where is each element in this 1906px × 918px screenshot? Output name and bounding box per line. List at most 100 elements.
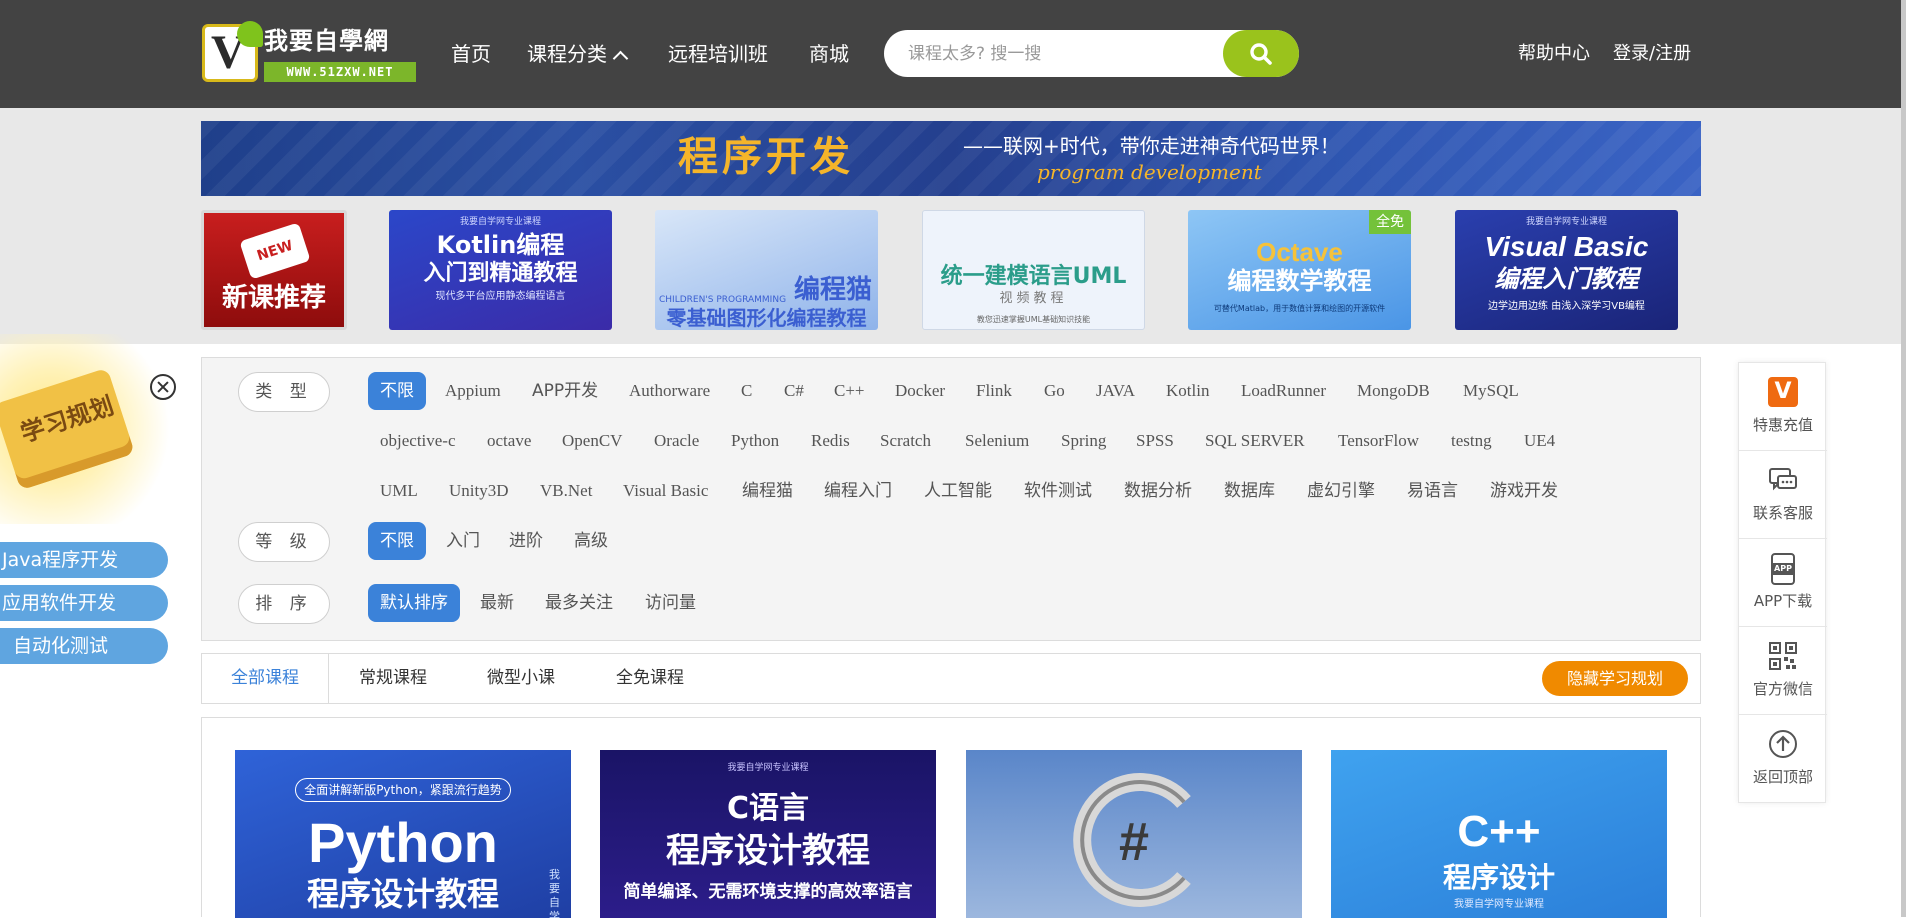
- thumb-octave[interactable]: 全免 Octave 编程数学教程 可替代Matlab，用于数值计算和绘图的开源软…: [1188, 210, 1411, 330]
- nav-course-category[interactable]: 课程分类: [527, 39, 629, 69]
- sidebar-label: 联系客服: [1752, 504, 1813, 522]
- type-tag[interactable]: 编程猫: [742, 472, 793, 510]
- sort-tag[interactable]: 最多关注: [545, 584, 613, 622]
- type-tag[interactable]: OpenCV: [562, 422, 622, 460]
- type-tag[interactable]: Authorware: [629, 372, 710, 410]
- type-tag[interactable]: Selenium: [965, 422, 1029, 460]
- sidebar-customer-service[interactable]: 联系客服: [1739, 451, 1827, 539]
- type-tag[interactable]: UE4: [1524, 422, 1555, 460]
- type-tag[interactable]: 虚幻引擎: [1307, 472, 1375, 510]
- type-tag[interactable]: Python: [731, 422, 779, 460]
- thumb-title: 统一建模语言UML: [940, 264, 1127, 289]
- level-tag[interactable]: 入门: [446, 522, 480, 560]
- thumb-kotlin[interactable]: 我要自学网专业课程 Kotlin编程 入门到精通教程 现代多平台应用静态编程语言: [389, 210, 612, 330]
- type-tag[interactable]: SQL SERVER: [1205, 422, 1305, 460]
- tab-all-courses[interactable]: 全部课程: [202, 654, 329, 703]
- type-tag[interactable]: 易语言: [1407, 472, 1458, 510]
- type-tag[interactable]: Flink: [976, 372, 1012, 410]
- type-tag[interactable]: MySQL: [1463, 372, 1519, 410]
- tab-free-courses[interactable]: 全免课程: [616, 654, 684, 703]
- card-tagline: 全面讲解新版Python，紧跟流行趋势: [295, 778, 511, 802]
- type-tag[interactable]: Spring: [1061, 422, 1106, 460]
- search-button[interactable]: [1223, 30, 1299, 77]
- type-tag[interactable]: 数据分析: [1124, 472, 1192, 510]
- sort-tag[interactable]: 最新: [480, 584, 514, 622]
- sort-tag[interactable]: 访问量: [645, 584, 696, 622]
- free-badge: 全免: [1369, 210, 1411, 234]
- type-tag[interactable]: APP开发: [532, 372, 598, 410]
- tab-micro-courses[interactable]: 微型小课: [487, 654, 555, 703]
- type-tag[interactable]: 编程入门: [824, 472, 892, 510]
- nav-home[interactable]: 首页: [451, 39, 491, 69]
- course-card[interactable]: 全面讲解新版Python，紧跟流行趋势 Python 程序设计教程 我要自学: [235, 750, 571, 918]
- sidebar-recharge[interactable]: V 特惠充值: [1739, 363, 1827, 451]
- site-logo[interactable]: V 我要自學網 WWW.51ZXW.NET: [202, 21, 416, 82]
- type-tag-all[interactable]: 不限: [368, 372, 426, 410]
- thumb-visual-basic[interactable]: 我要自学网专业课程 Visual Basic 编程入门教程 边学边用边练 由浅入…: [1455, 210, 1678, 330]
- chat-icon: [1769, 468, 1797, 491]
- type-tag[interactable]: VB.Net: [540, 472, 592, 510]
- course-card[interactable]: C++ 程序设计 我要自学网专业课程: [1331, 750, 1667, 918]
- type-tag[interactable]: MongoDB: [1357, 372, 1430, 410]
- type-tag[interactable]: Go: [1044, 372, 1065, 410]
- scrollbar[interactable]: [1901, 0, 1906, 917]
- close-icon[interactable]: [150, 374, 176, 400]
- type-tag[interactable]: objective-c: [380, 422, 456, 460]
- thumb-uml[interactable]: 统一建模语言UML 视频教程 教您迅速掌握UML基础知识技能: [922, 210, 1145, 330]
- level-tag[interactable]: 进阶: [509, 522, 543, 560]
- filter-label-sort: 排 序: [238, 584, 330, 624]
- sort-tag-default[interactable]: 默认排序: [368, 584, 460, 622]
- type-tag[interactable]: SPSS: [1136, 422, 1174, 460]
- type-tag[interactable]: Oracle: [654, 422, 699, 460]
- type-tag[interactable]: Unity3D: [449, 472, 509, 510]
- plan-item-automation-test[interactable]: 自动化测试: [0, 628, 168, 664]
- new-course-recommend[interactable]: NEW 新课推荐: [201, 210, 347, 330]
- thumb-title: Visual Basic: [1484, 231, 1649, 262]
- type-tag[interactable]: JAVA: [1096, 372, 1135, 410]
- type-tag[interactable]: Appium: [445, 372, 501, 410]
- hide-study-plan-button[interactable]: 隐藏学习规划: [1542, 661, 1688, 696]
- type-tag[interactable]: C#: [784, 372, 804, 410]
- nav-shop[interactable]: 商城: [809, 39, 849, 69]
- thumb-subtitle: 编程数学教程: [1227, 267, 1372, 295]
- type-tag[interactable]: Docker: [895, 372, 945, 410]
- logo-url: WWW.51ZXW.NET: [264, 62, 416, 82]
- nav-remote-training[interactable]: 远程培训班: [668, 39, 768, 69]
- login-register-link[interactable]: 登录/注册: [1613, 39, 1691, 69]
- thumb-coding-cat[interactable]: 编程猫 CHILDREN'S PROGRAMMING 零基础图形化编程教程: [655, 210, 878, 330]
- type-tag[interactable]: Scratch: [880, 422, 931, 460]
- tab-regular-courses[interactable]: 常规课程: [359, 654, 427, 703]
- search-bar: [884, 30, 1299, 77]
- card-tagline: 简单编译、无需环境支撑的高效率语言: [623, 882, 913, 902]
- type-tag[interactable]: 软件测试: [1024, 472, 1092, 510]
- course-card[interactable]: 我要自学网专业课程 C语言 程序设计教程 简单编译、无需环境支撑的高效率语言: [600, 750, 936, 918]
- type-tag[interactable]: 数据库: [1224, 472, 1275, 510]
- type-tag[interactable]: LoadRunner: [1241, 372, 1326, 410]
- level-tag-all[interactable]: 不限: [368, 522, 426, 560]
- thumb-label: 新课推荐: [221, 283, 326, 313]
- type-tag[interactable]: testng: [1451, 422, 1492, 460]
- search-input[interactable]: [906, 30, 1196, 77]
- type-tag[interactable]: Redis: [811, 422, 850, 460]
- sidebar-app-download[interactable]: APP APP下载: [1739, 539, 1827, 627]
- thumb-subtitle: 零基础图形化编程教程: [666, 306, 867, 330]
- type-tag[interactable]: C: [741, 372, 752, 410]
- help-center-link[interactable]: 帮助中心: [1518, 39, 1590, 69]
- type-tag[interactable]: 游戏开发: [1490, 472, 1558, 510]
- type-tag[interactable]: C++: [834, 372, 865, 410]
- type-tag[interactable]: UML: [380, 472, 418, 510]
- logo-v-badge: V: [202, 21, 263, 82]
- card-subtitle: 程序设计: [1442, 861, 1555, 894]
- card-top: 我要自学网专业课程: [727, 763, 809, 773]
- plan-item-java[interactable]: Java程序开发: [0, 542, 168, 578]
- type-tag[interactable]: Kotlin: [1166, 372, 1209, 410]
- sidebar-wechat[interactable]: 官方微信: [1739, 627, 1827, 715]
- type-tag[interactable]: TensorFlow: [1338, 422, 1419, 460]
- type-tag[interactable]: 人工智能: [924, 472, 992, 510]
- plan-item-app-software[interactable]: 应用软件开发: [0, 585, 168, 621]
- course-card[interactable]: #: [966, 750, 1302, 918]
- sidebar-back-to-top[interactable]: 返回顶部: [1739, 715, 1827, 803]
- type-tag[interactable]: octave: [487, 422, 531, 460]
- type-tag[interactable]: Visual Basic: [623, 472, 708, 510]
- level-tag[interactable]: 高级: [574, 522, 608, 560]
